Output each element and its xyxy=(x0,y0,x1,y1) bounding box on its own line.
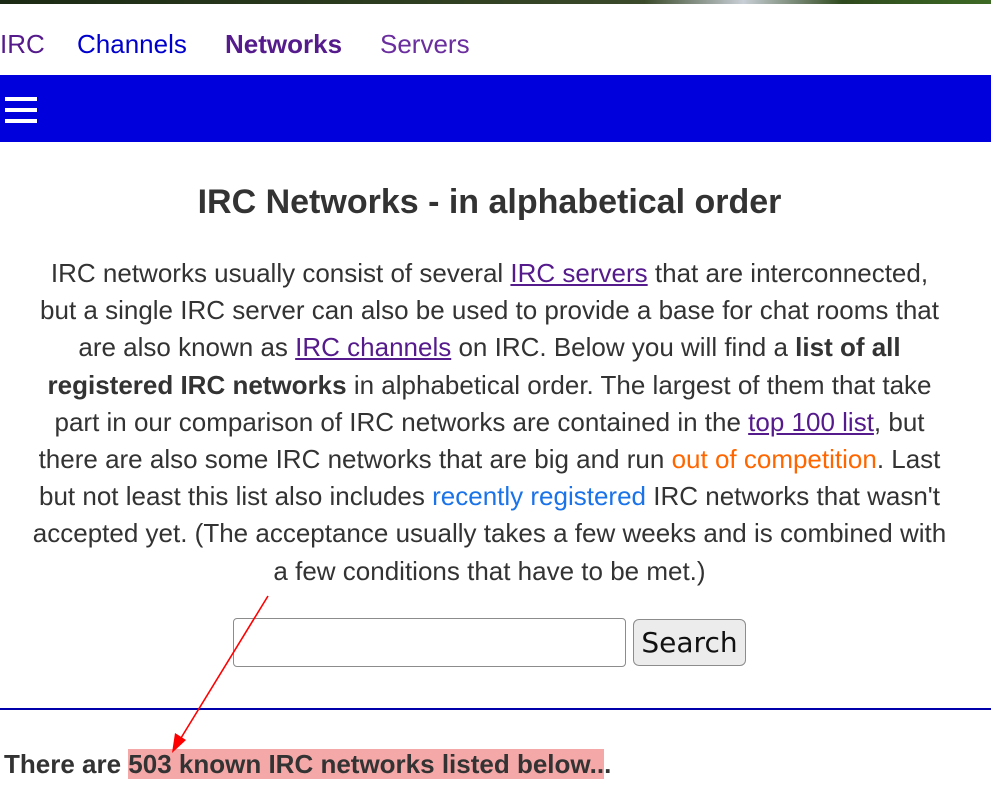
hamburger-menu-icon[interactable] xyxy=(5,97,37,123)
intro-line: but a single IRC server can also be used… xyxy=(40,295,939,326)
page-title: IRC Networks - in alphabetical order xyxy=(197,183,782,221)
search-input[interactable] xyxy=(233,618,626,667)
network-count-highlight: 503 known IRC networks listed below.. xyxy=(128,749,605,779)
intro-line: there are also some IRC networks that ar… xyxy=(38,444,941,475)
intro-line: accepted yet. (The acceptance usually ta… xyxy=(32,518,947,549)
intro-line: but not least this list also includes re… xyxy=(39,481,940,512)
recently-registered-link[interactable]: recently registered xyxy=(432,481,646,511)
intro-paragraph: IRC networks usually consist of several … xyxy=(0,255,979,590)
nav-link-irc[interactable]: IRC xyxy=(0,26,45,62)
out-of-competition-link[interactable]: out of competition xyxy=(672,444,877,474)
irc-servers-link[interactable]: IRC servers xyxy=(510,258,647,288)
page: IRC Channels Networks Servers IRC Networ… xyxy=(0,0,991,803)
intro-line: a few conditions that have to be met.) xyxy=(273,555,706,586)
search-button[interactable]: Search xyxy=(633,619,746,666)
nav-link-channels[interactable]: Channels xyxy=(77,26,187,62)
menu-bar xyxy=(0,75,991,142)
network-count-text: There are 503 known IRC networks listed … xyxy=(4,749,612,779)
irc-channels-link[interactable]: IRC channels xyxy=(295,332,451,362)
nav-link-servers[interactable]: Servers xyxy=(380,26,470,62)
intro-line: IRC networks usually consist of several … xyxy=(50,258,929,288)
header-banner-image xyxy=(0,0,991,4)
top-100-list-link[interactable]: top 100 list xyxy=(748,407,874,437)
section-divider xyxy=(0,708,991,710)
nav-link-networks[interactable]: Networks xyxy=(225,26,342,62)
intro-line: part in our comparison of IRC networks a… xyxy=(54,406,925,437)
intro-line: are also known as IRC channels on IRC. B… xyxy=(78,332,901,363)
intro-line: registered IRC networks in alphabetical … xyxy=(47,369,932,400)
